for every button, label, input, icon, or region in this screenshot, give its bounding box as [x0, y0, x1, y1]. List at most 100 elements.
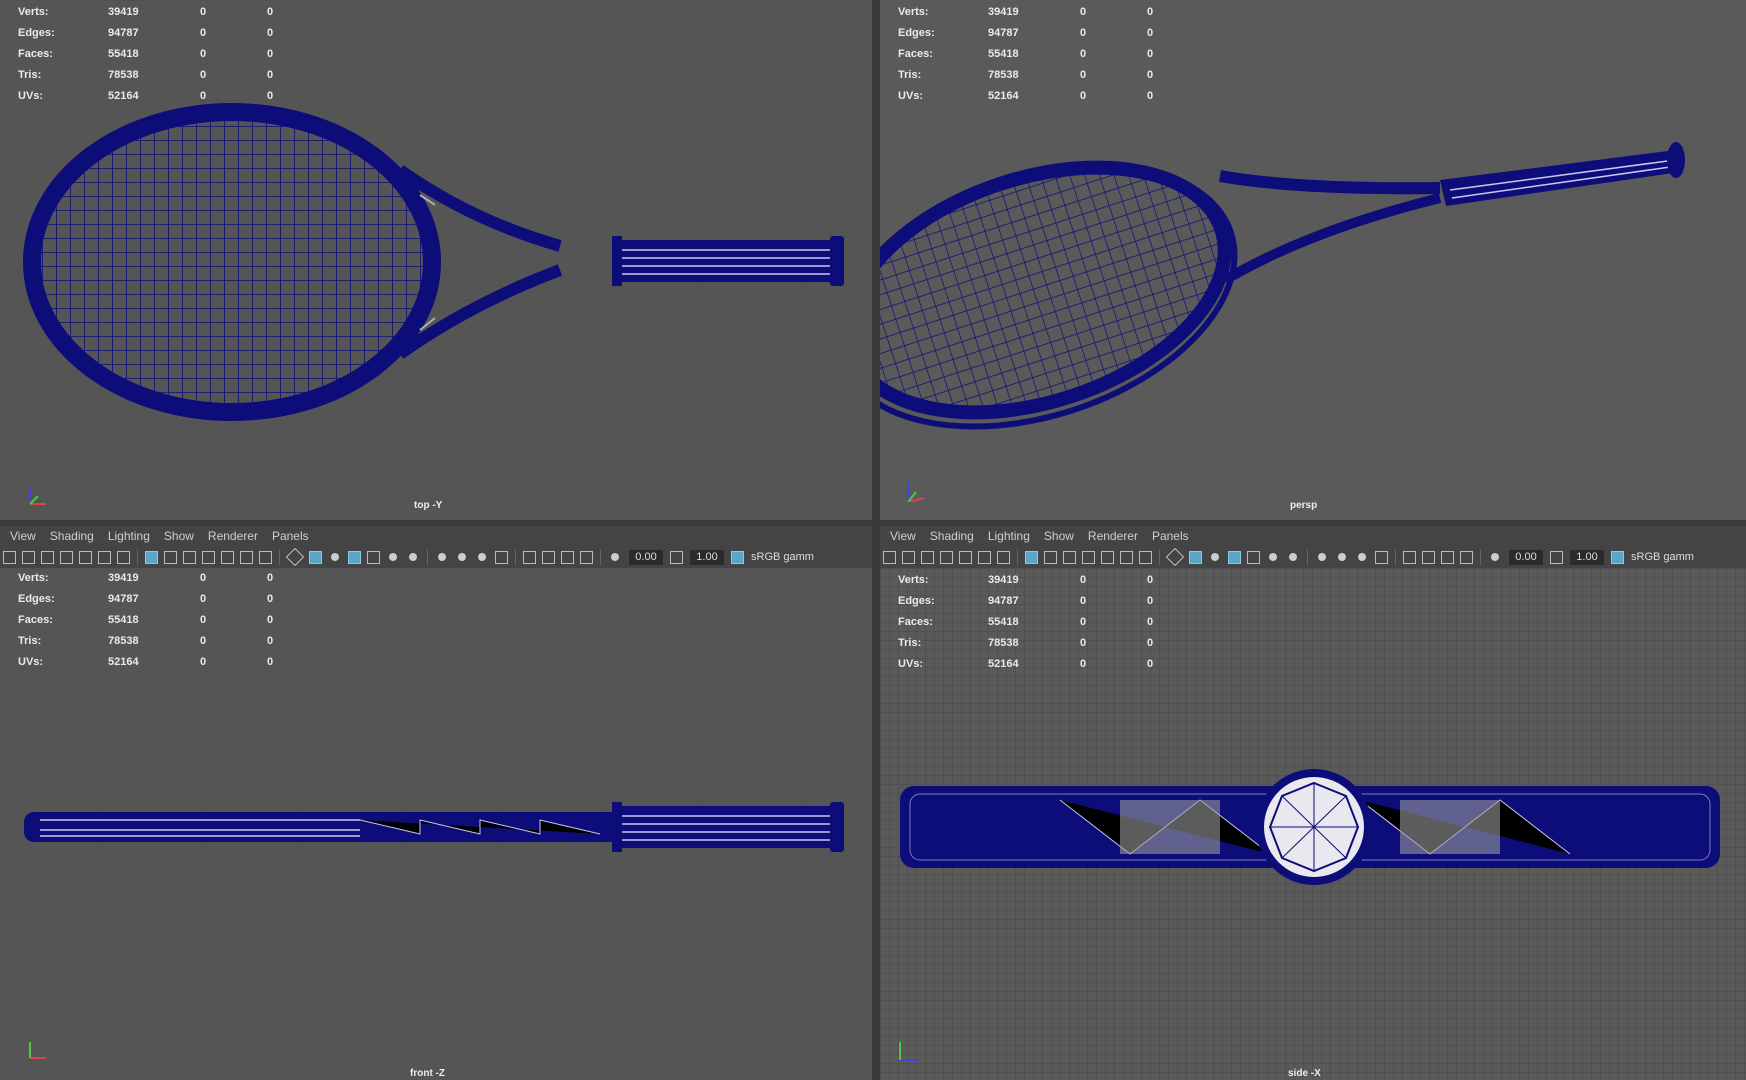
grease-pencil-icon[interactable]	[997, 550, 1010, 564]
view-transform-dropdown[interactable]: sRGB gamm	[1631, 551, 1694, 563]
camera-attributes-icon[interactable]	[22, 550, 35, 564]
menu-view[interactable]: View	[10, 529, 36, 543]
two-d-pan-icon[interactable]	[98, 550, 111, 564]
gamma-field[interactable]: 1.00	[690, 549, 724, 565]
menu-lighting[interactable]: Lighting	[108, 529, 150, 543]
textured-icon[interactable]	[1247, 550, 1260, 564]
image-plane-icon[interactable]	[79, 550, 92, 564]
stat-label: Verts:	[18, 6, 49, 19]
motion-blur-icon[interactable]	[455, 550, 469, 564]
wireframe-on-shaded-icon[interactable]	[1228, 550, 1241, 564]
menu-shading[interactable]: Shading	[930, 529, 974, 543]
camera-attributes-icon[interactable]	[902, 550, 915, 564]
menu-panels[interactable]: Panels	[1152, 529, 1189, 543]
xray-components-icon[interactable]	[1460, 550, 1473, 564]
gate-mask-icon[interactable]	[202, 550, 215, 564]
lighting-icon[interactable]	[1266, 550, 1280, 564]
depth-of-field-icon[interactable]	[1375, 550, 1388, 564]
grid-icon[interactable]	[1025, 550, 1038, 564]
viewport-divider-vertical[interactable]	[872, 0, 880, 1080]
gamma-field[interactable]: 1.00	[1570, 549, 1604, 565]
viewport-side[interactable]: Verts: 39419 0 0 Edges: 94787 0 0 Faces: 55418 0…	[880, 568, 1746, 1080]
isolate-icon[interactable]	[1403, 550, 1416, 564]
anti-alias-icon[interactable]	[475, 550, 489, 564]
exposure-icon[interactable]	[608, 550, 622, 564]
exposure-field[interactable]: 0.00	[1509, 549, 1543, 565]
gate-mask-icon[interactable]	[1082, 550, 1095, 564]
viewport-front[interactable]: Verts: 39419 0 0 Edges: 94787 0 0 Faces: 55418 0…	[0, 568, 872, 1080]
field-chart-icon[interactable]	[1101, 550, 1114, 564]
viewport-persp[interactable]: Verts: 39419 0 0 Edges: 94787 0 0 Faces: 55418 0…	[880, 0, 1746, 520]
gamma-icon[interactable]	[670, 550, 683, 564]
bookmark-icon[interactable]	[940, 550, 953, 564]
camera-bookmark-icon[interactable]	[41, 550, 54, 564]
resolution-gate-icon[interactable]	[1063, 550, 1076, 564]
camera-bookmark-icon[interactable]	[921, 550, 934, 564]
xray-icon[interactable]	[542, 550, 555, 564]
camera-select-icon[interactable]	[3, 550, 16, 564]
menu-show[interactable]: Show	[1044, 529, 1074, 543]
menu-panels[interactable]: Panels	[272, 529, 309, 543]
poly-count-hud: Verts: 39419 0 0 Edges: 94787 0 0 Faces: 55418 0…	[18, 568, 273, 672]
film-gate-icon[interactable]	[1044, 550, 1057, 564]
menu-view[interactable]: View	[890, 529, 916, 543]
screen-space-ao-icon[interactable]	[435, 550, 449, 564]
color-management-icon[interactable]	[1611, 550, 1624, 564]
menu-shading[interactable]: Shading	[50, 529, 94, 543]
safe-title-icon[interactable]	[259, 550, 272, 564]
poly-count-hud: Verts: 39419 0 0 Edges: 94787 0 0 Faces: 55418 0…	[18, 2, 273, 106]
stats-row-edges: Edges: 94787 0 0	[18, 23, 273, 44]
safe-action-icon[interactable]	[240, 550, 253, 564]
xray-joints-icon[interactable]	[561, 550, 574, 564]
menu-renderer[interactable]: Renderer	[208, 529, 258, 543]
menu-show[interactable]: Show	[164, 529, 194, 543]
stat-value: 0	[267, 89, 274, 102]
wireframe-icon[interactable]	[1165, 547, 1185, 567]
camera-select-icon[interactable]	[883, 550, 896, 564]
xray-icon[interactable]	[1422, 550, 1435, 564]
two-d-pan-icon[interactable]	[978, 550, 991, 564]
stat-value: 0	[267, 27, 274, 40]
stat-value: 94787	[108, 593, 139, 606]
stat-label: Faces:	[18, 47, 53, 60]
safe-title-icon[interactable]	[1139, 550, 1152, 564]
xray-components-icon[interactable]	[580, 550, 593, 564]
axis-gizmo-icon	[899, 1042, 918, 1061]
depth-of-field-icon[interactable]	[495, 550, 508, 564]
film-gate-icon[interactable]	[164, 550, 177, 564]
smooth-shade-icon[interactable]	[309, 550, 322, 564]
stat-value: 0	[200, 89, 207, 102]
field-chart-icon[interactable]	[221, 550, 234, 564]
smooth-shade-icon[interactable]	[1189, 550, 1202, 564]
shadows-icon[interactable]	[1286, 550, 1300, 564]
viewport-top[interactable]: Verts: 39419 0 0 Edges: 94787 0 0 Faces: 55418 0…	[0, 0, 872, 520]
lighting-icon[interactable]	[386, 550, 400, 564]
color-management-icon[interactable]	[731, 550, 744, 564]
anti-alias-icon[interactable]	[1355, 550, 1369, 564]
textured-icon[interactable]	[367, 550, 380, 564]
screen-space-ao-icon[interactable]	[1315, 550, 1329, 564]
grease-pencil-icon[interactable]	[117, 550, 130, 564]
resolution-gate-icon[interactable]	[183, 550, 196, 564]
exposure-icon[interactable]	[1488, 550, 1502, 564]
isolate-icon[interactable]	[523, 550, 536, 564]
stat-value: 0	[200, 572, 207, 585]
gamma-icon[interactable]	[1550, 550, 1563, 564]
bookmark-icon[interactable]	[60, 550, 73, 564]
menu-renderer[interactable]: Renderer	[1088, 529, 1138, 543]
motion-blur-icon[interactable]	[1335, 550, 1349, 564]
xray-joints-icon[interactable]	[1441, 550, 1454, 564]
wireframe-icon[interactable]	[285, 547, 305, 567]
safe-action-icon[interactable]	[1120, 550, 1133, 564]
stat-value: 0	[267, 68, 274, 81]
stats-row-verts: Verts: 39419 0 0	[18, 2, 273, 23]
view-transform-dropdown[interactable]: sRGB gamm	[751, 551, 814, 563]
wireframe-on-shaded-icon[interactable]	[348, 550, 361, 564]
menu-lighting[interactable]: Lighting	[988, 529, 1030, 543]
image-plane-icon[interactable]	[959, 550, 972, 564]
grid-icon[interactable]	[145, 550, 158, 564]
exposure-field[interactable]: 0.00	[629, 549, 663, 565]
shade-both-icon[interactable]	[1208, 550, 1222, 564]
shadows-icon[interactable]	[406, 550, 420, 564]
shade-both-icon[interactable]	[328, 550, 342, 564]
